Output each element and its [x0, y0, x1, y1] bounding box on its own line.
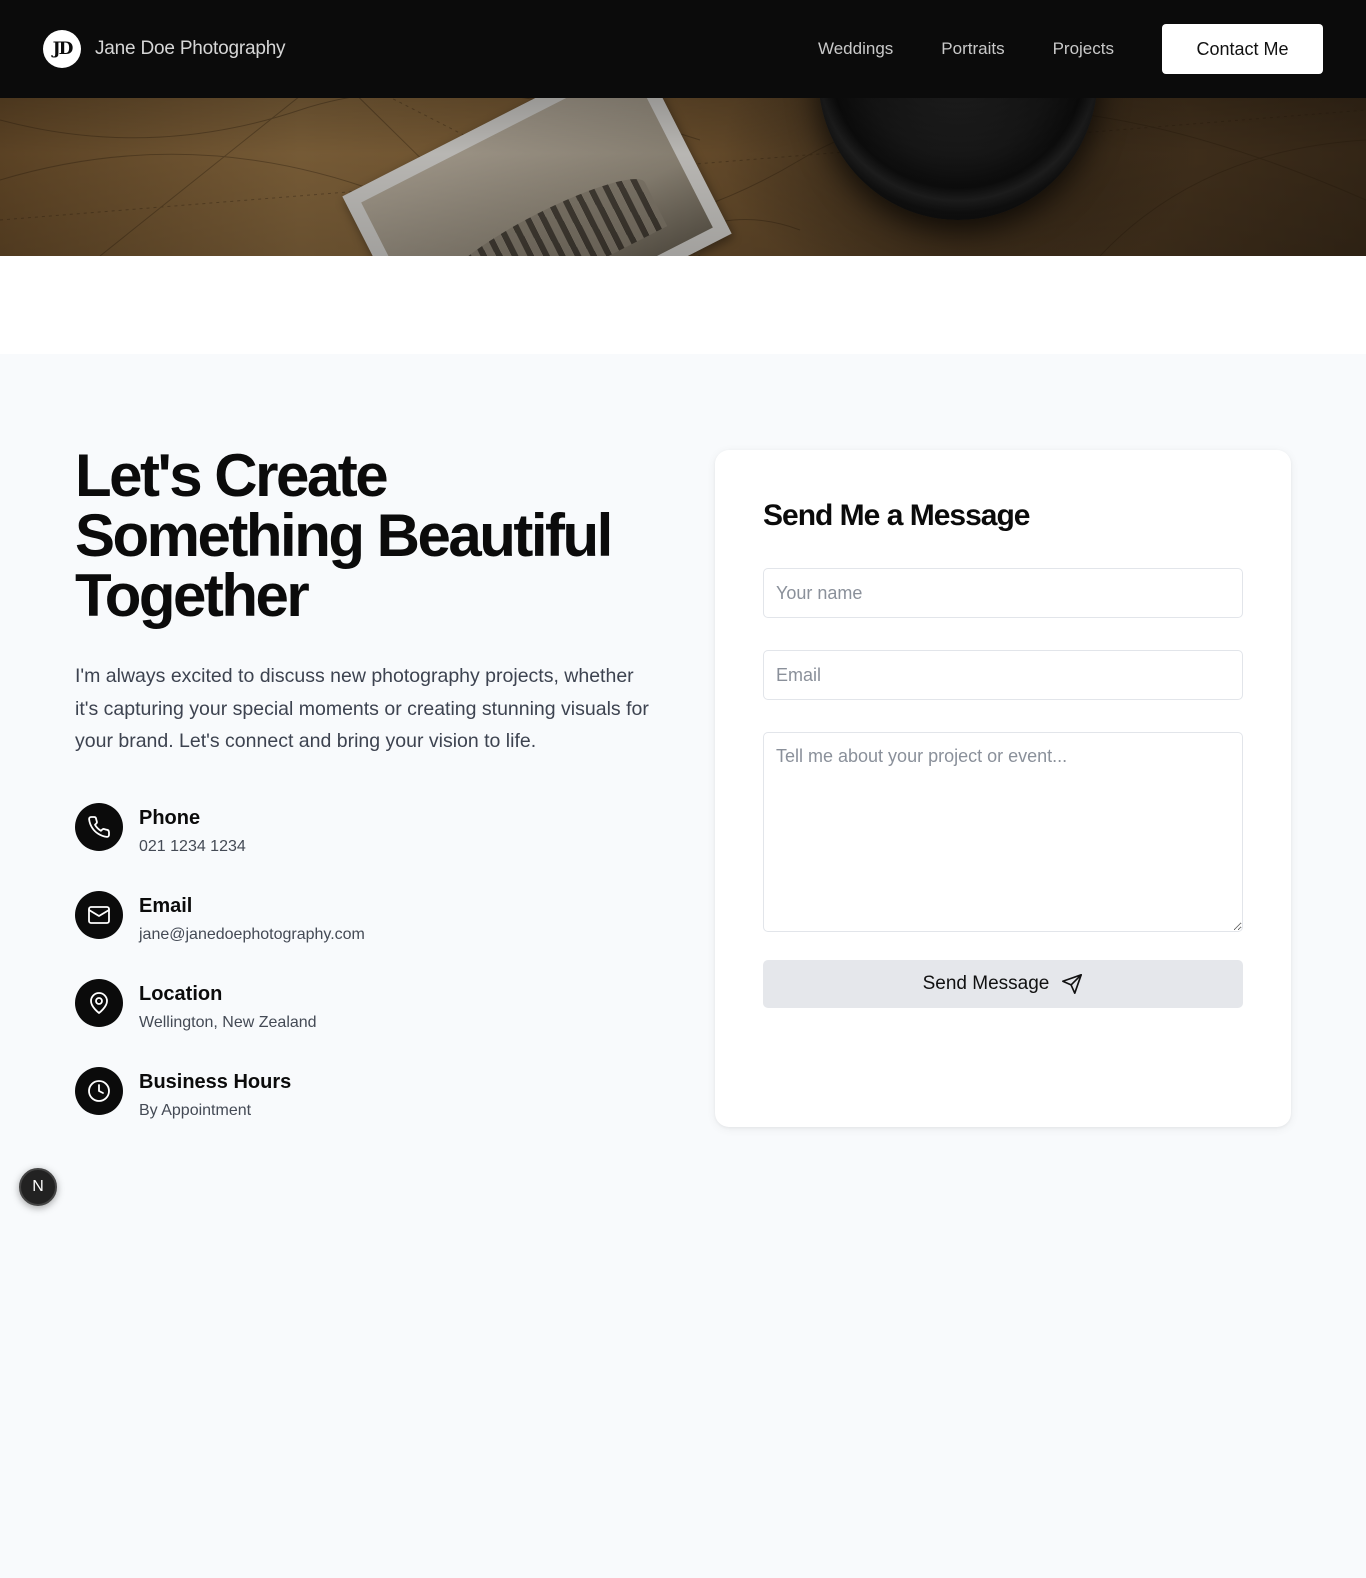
message-textarea[interactable]	[763, 732, 1243, 932]
nav-links: Weddings Portraits Projects Contact Me	[818, 24, 1323, 74]
phone-label: Phone	[139, 806, 201, 829]
nav-link-projects[interactable]: Projects	[1053, 39, 1114, 59]
contact-me-button[interactable]: Contact Me	[1162, 24, 1323, 74]
email-label: Email	[139, 894, 193, 917]
contact-info-list: Phone 021 1234 1234 Email jane@janedoeph…	[75, 802, 655, 1155]
n-badge-button[interactable]: N	[19, 1168, 57, 1206]
phone-icon	[75, 802, 123, 851]
contact-info-location: Location Wellington, New Zealand	[75, 978, 655, 1067]
form-title: Send Me a Message	[763, 499, 1030, 532]
email-value[interactable]: jane@janedoephotography.com	[139, 925, 365, 945]
phone-value[interactable]: 021 1234 1234	[139, 837, 246, 857]
name-input[interactable]	[763, 568, 1243, 618]
spacer-band	[0, 256, 1366, 354]
hours-value: By Appointment	[139, 1101, 252, 1119]
brand-name[interactable]: Jane Doe Photography	[95, 38, 286, 60]
contact-info-email: Email jane@janedoephotography.com	[75, 890, 655, 979]
contact-intro: Let's Create Something Beautiful Togethe…	[75, 446, 655, 1155]
nav-link-weddings[interactable]: Weddings	[818, 39, 893, 59]
clock-icon	[75, 1066, 123, 1115]
mail-icon	[75, 890, 123, 939]
send-message-label: Send Message	[922, 973, 1050, 994]
contact-info-hours: Business Hours By Appointment	[75, 1066, 655, 1155]
intro-text: I'm always excited to discuss new photog…	[75, 665, 649, 752]
message-form-card: Send Me a Message Send Message	[715, 450, 1291, 1127]
send-message-button[interactable]: Send Message	[763, 960, 1243, 1008]
nav-link-portraits[interactable]: Portraits	[941, 39, 1004, 59]
contact-info-phone: Phone 021 1234 1234	[75, 802, 655, 891]
top-navbar: JD Jane Doe Photography Weddings Portrai…	[0, 0, 1366, 98]
location-value: Wellington, New Zealand	[139, 1013, 317, 1031]
send-icon	[1062, 974, 1083, 994]
location-label: Location	[139, 982, 223, 1005]
logo-icon[interactable]: JD	[43, 30, 81, 68]
map-pin-icon	[75, 978, 123, 1027]
hours-label: Business Hours	[139, 1070, 292, 1093]
email-input[interactable]	[763, 650, 1243, 700]
page-title: Let's Create Something Beautiful Togethe…	[75, 442, 613, 629]
